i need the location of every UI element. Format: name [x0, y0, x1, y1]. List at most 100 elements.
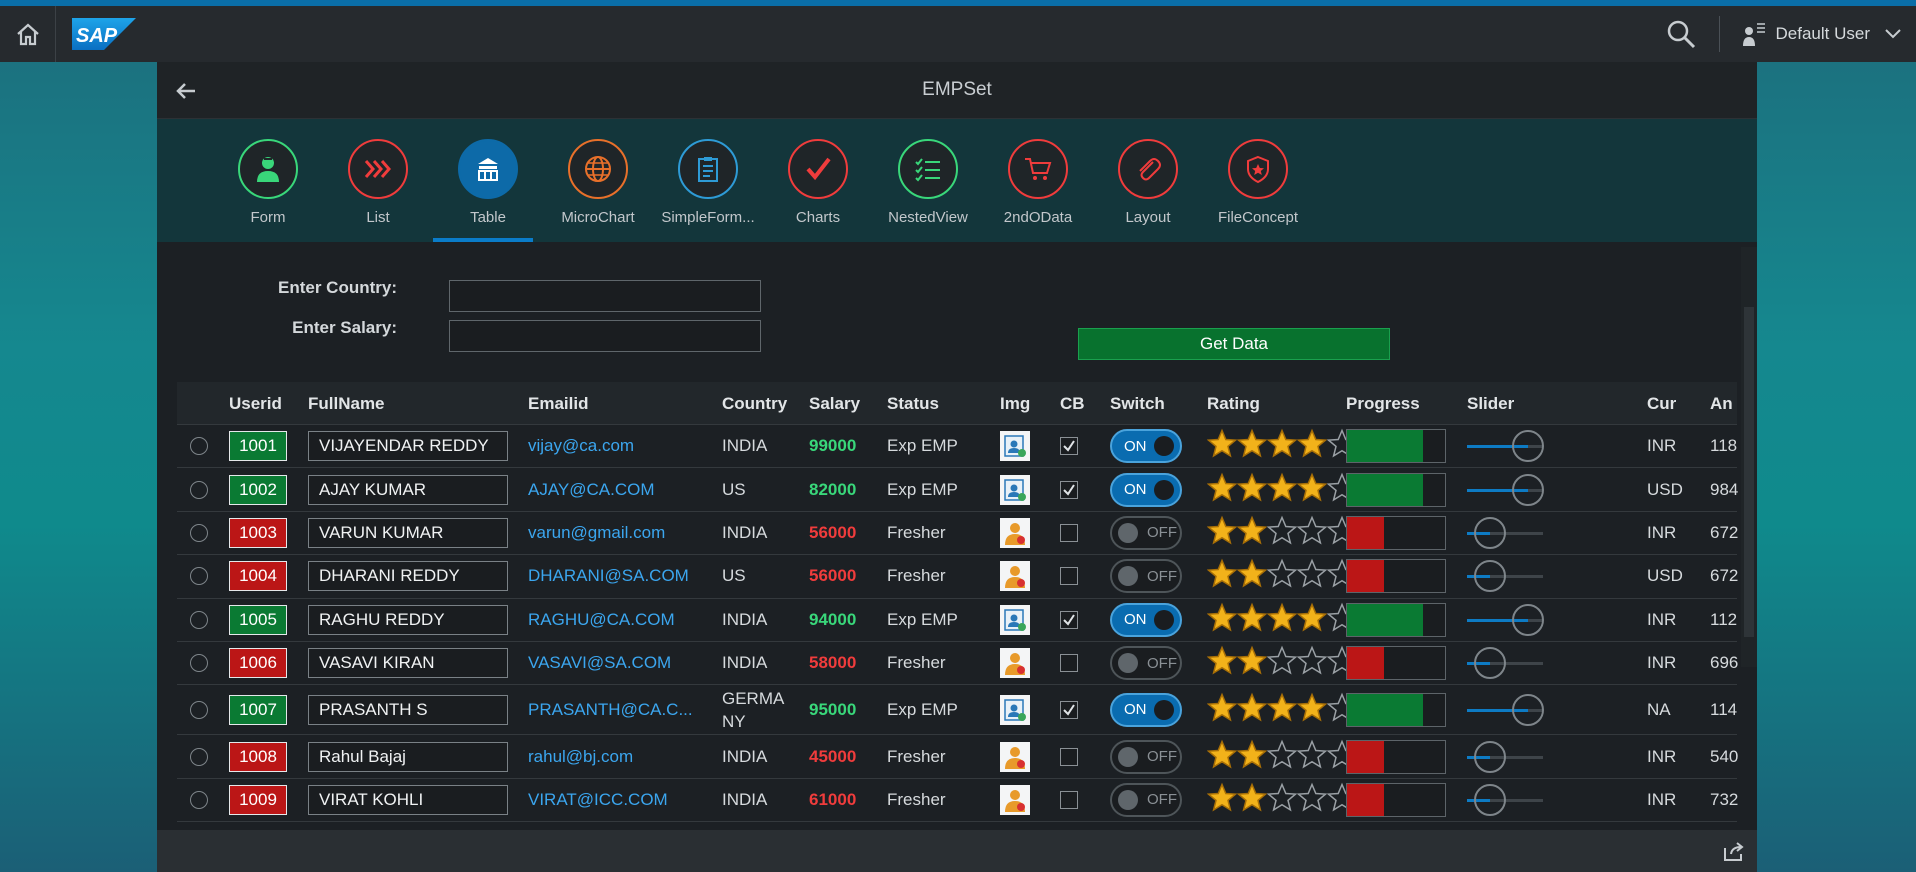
row-checkbox[interactable] [1060, 567, 1078, 586]
column-header-img[interactable]: Img [1000, 394, 1030, 414]
tab-table[interactable]: Table [433, 119, 543, 242]
email-link[interactable]: vijay@ca.com [528, 436, 634, 456]
column-header-slider[interactable]: Slider [1467, 394, 1514, 414]
email-link[interactable]: VASAVI@SA.COM [528, 653, 671, 673]
row-slider[interactable] [1467, 646, 1543, 680]
sap-logo[interactable]: SAP [72, 18, 136, 50]
row-checkbox[interactable] [1060, 610, 1078, 629]
column-header-salary[interactable]: Salary [809, 394, 860, 414]
slider-handle[interactable] [1473, 516, 1506, 549]
table-row[interactable]: 1007 PRASANTH S PRASANTH@CA.C... GERMA N… [177, 685, 1737, 736]
slider-handle[interactable] [1473, 740, 1506, 773]
slider-handle[interactable] [1511, 473, 1544, 506]
star-icon[interactable] [1296, 515, 1328, 550]
email-link[interactable]: VIRAT@ICC.COM [528, 790, 668, 810]
row-select-radio[interactable] [190, 523, 208, 542]
column-header-userid[interactable]: Userid [229, 394, 282, 414]
row-checkbox[interactable] [1060, 437, 1078, 456]
rating-indicator[interactable] [1206, 782, 1358, 817]
star-icon[interactable] [1296, 428, 1328, 464]
fullname-field[interactable]: VASAVI KIRAN [308, 648, 508, 679]
salary-input[interactable] [449, 320, 761, 352]
row-switch[interactable]: OFF [1110, 739, 1182, 774]
email-link[interactable]: varun@gmail.com [528, 523, 665, 543]
rating-indicator[interactable] [1206, 739, 1358, 774]
row-select-radio[interactable] [190, 610, 208, 629]
tab-nestedview[interactable]: NestedView [873, 119, 983, 242]
row-checkbox[interactable] [1060, 654, 1078, 673]
star-icon[interactable] [1236, 692, 1268, 727]
slider-handle[interactable] [1473, 647, 1506, 680]
star-icon[interactable] [1296, 739, 1328, 774]
star-icon[interactable] [1206, 782, 1238, 817]
fullname-field[interactable]: Rahul Bajaj [308, 741, 508, 772]
row-checkbox[interactable] [1060, 700, 1078, 719]
star-icon[interactable] [1206, 645, 1238, 681]
row-select-radio[interactable] [190, 700, 208, 719]
email-link[interactable]: RAGHU@CA.COM [528, 610, 675, 630]
email-link[interactable]: AJAY@CA.COM [528, 480, 655, 500]
rating-indicator[interactable] [1206, 472, 1358, 507]
fullname-field[interactable]: DHARANI REDDY [308, 561, 508, 592]
rating-indicator[interactable] [1206, 428, 1358, 464]
rating-indicator[interactable] [1206, 558, 1358, 594]
row-slider[interactable] [1467, 429, 1544, 463]
star-icon[interactable] [1266, 472, 1298, 507]
slider-handle[interactable] [1511, 603, 1544, 636]
star-icon[interactable] [1266, 645, 1298, 681]
fullname-field[interactable]: VIJAYENDAR REDDY [308, 431, 508, 462]
user-menu[interactable]: Default User [1742, 20, 1902, 48]
row-slider[interactable] [1467, 516, 1543, 550]
slider-handle[interactable] [1511, 693, 1544, 726]
star-icon[interactable] [1266, 515, 1298, 550]
star-icon[interactable] [1266, 428, 1298, 464]
tab-layout[interactable]: Layout [1093, 119, 1203, 242]
table-row[interactable]: 1006 VASAVI KIRAN VASAVI@SA.COM INDIA 58… [177, 642, 1738, 686]
star-icon[interactable] [1206, 692, 1238, 727]
star-icon[interactable] [1206, 428, 1238, 464]
row-slider[interactable] [1467, 740, 1543, 774]
slider-handle[interactable] [1511, 430, 1544, 463]
star-icon[interactable] [1236, 602, 1268, 637]
email-link[interactable]: PRASANTH@CA.C... [528, 700, 693, 720]
star-icon[interactable] [1266, 558, 1298, 594]
row-switch[interactable]: OFF [1110, 646, 1182, 681]
row-switch[interactable]: ON [1110, 692, 1182, 727]
home-button[interactable] [0, 6, 56, 62]
fullname-field[interactable]: PRASANTH S [308, 694, 508, 725]
star-icon[interactable] [1206, 558, 1238, 594]
row-switch[interactable]: ON [1110, 472, 1182, 507]
row-slider[interactable] [1467, 693, 1544, 727]
share-icon[interactable] [1723, 842, 1745, 862]
row-select-radio[interactable] [190, 480, 208, 499]
row-slider[interactable] [1467, 603, 1544, 637]
column-header-switch[interactable]: Switch [1110, 394, 1165, 414]
star-icon[interactable] [1236, 782, 1268, 817]
column-header-emailid[interactable]: Emailid [528, 394, 588, 414]
fullname-field[interactable]: VARUN KUMAR [308, 517, 508, 548]
row-slider[interactable] [1467, 473, 1544, 507]
row-select-radio[interactable] [190, 790, 208, 809]
star-icon[interactable] [1296, 692, 1328, 727]
column-header-cb[interactable]: CB [1060, 394, 1085, 414]
star-icon[interactable] [1236, 558, 1268, 594]
email-link[interactable]: rahul@bj.com [528, 747, 633, 767]
star-icon[interactable] [1236, 645, 1268, 681]
back-button[interactable] [171, 76, 201, 106]
slider-handle[interactable] [1473, 560, 1506, 593]
row-checkbox[interactable] [1060, 747, 1078, 766]
row-switch[interactable]: OFF [1110, 782, 1182, 817]
tab-simpleform[interactable]: SimpleForm... [653, 119, 763, 242]
tab-microchart[interactable]: MicroChart [543, 119, 653, 242]
star-icon[interactable] [1206, 515, 1238, 550]
tab-form[interactable]: Form [213, 119, 323, 242]
rating-indicator[interactable] [1206, 645, 1358, 681]
star-icon[interactable] [1296, 782, 1328, 817]
get-data-button[interactable]: Get Data [1078, 328, 1390, 360]
fullname-field[interactable]: VIRAT KOHLI [308, 784, 508, 815]
table-row[interactable]: 1008 Rahul Bajaj rahul@bj.com INDIA 4500… [177, 735, 1738, 779]
star-icon[interactable] [1296, 602, 1328, 637]
row-select-radio[interactable] [190, 654, 208, 673]
fullname-field[interactable]: AJAY KUMAR [308, 474, 508, 505]
star-icon[interactable] [1206, 602, 1238, 637]
